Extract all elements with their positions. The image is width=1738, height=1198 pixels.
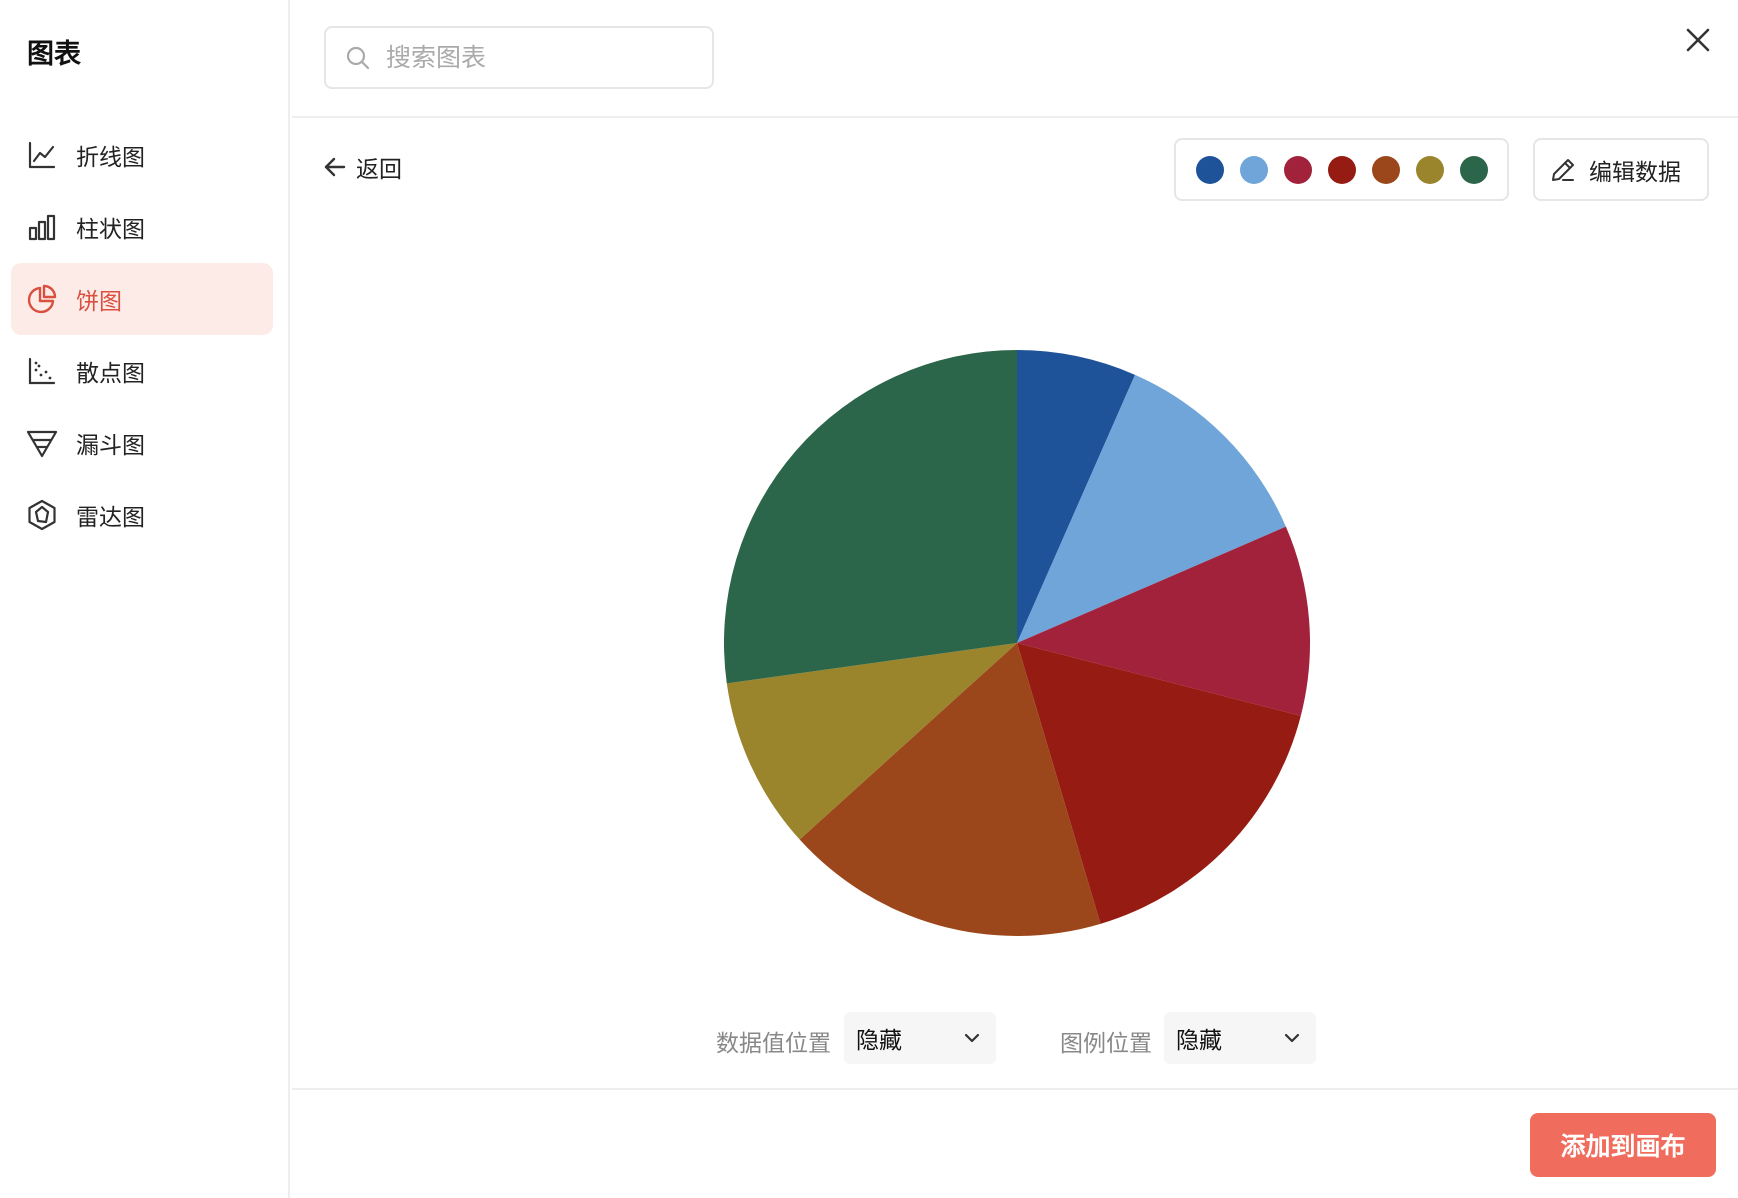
data-label-position-select[interactable]: 隐藏: [844, 1012, 996, 1064]
pie-chart-icon: [26, 283, 58, 315]
back-button[interactable]: 返回: [322, 150, 402, 184]
chart-picker-dialog: 图表 折线图 柱状图 饼图 散点图 漏斗图 雷达图 搜索图表 返回 编辑数据 数…: [0, 0, 1738, 1198]
pie-chart-svg: [724, 350, 1310, 936]
funnel-chart-icon: [26, 427, 58, 459]
pie-chart: [292, 220, 1738, 980]
sidebar-item-funnel-chart[interactable]: 漏斗图: [11, 407, 273, 479]
edit-data-button[interactable]: 编辑数据: [1533, 138, 1709, 201]
legend-position-label: 图例位置: [1060, 1031, 1152, 1057]
pie-slice-7: [724, 350, 1017, 684]
edit-data-label: 编辑数据: [1589, 159, 1681, 186]
palette-swatch-1: [1196, 155, 1224, 184]
sidebar-item-pie-chart[interactable]: 饼图: [11, 263, 273, 335]
line-chart-icon: [26, 139, 58, 171]
palette-swatch-2: [1240, 155, 1268, 184]
radar-chart-icon: [26, 499, 58, 531]
top-bar: [292, 0, 1738, 118]
sidebar-item-label: 饼图: [76, 289, 122, 315]
palette-swatch-6: [1416, 155, 1444, 184]
sidebar-title: 图表: [27, 39, 81, 70]
chart-type-nav: 折线图 柱状图 饼图 散点图 漏斗图 雷达图: [11, 119, 273, 551]
scatter-chart-icon: [26, 355, 58, 387]
color-palette-picker[interactable]: [1174, 138, 1509, 201]
footer: 添加到画布: [292, 1088, 1738, 1198]
bar-chart-icon: [26, 211, 58, 243]
close-icon: [1686, 28, 1710, 52]
legend-position-value: 隐藏: [1176, 1028, 1222, 1054]
chevron-down-icon: [964, 1033, 980, 1043]
data-label-position-label: 数据值位置: [716, 1031, 831, 1057]
search-icon: [346, 46, 370, 69]
legend-position-select[interactable]: 隐藏: [1164, 1012, 1316, 1064]
close-button[interactable]: [1680, 22, 1716, 58]
chart-options: 数据值位置 隐藏 图例位置 隐藏: [0, 1012, 1738, 1064]
sidebar-item-radar-chart[interactable]: 雷达图: [11, 479, 273, 551]
sidebar-item-label: 雷达图: [76, 505, 145, 531]
sidebar-item-line-chart[interactable]: 折线图: [11, 119, 273, 191]
search-box[interactable]: [324, 26, 714, 89]
palette-swatch-3: [1284, 155, 1312, 184]
back-label: 返回: [356, 157, 402, 183]
sidebar-item-label: 漏斗图: [76, 433, 145, 459]
sidebar-item-scatter-chart[interactable]: 散点图: [11, 335, 273, 407]
arrow-left-icon: [324, 157, 346, 177]
chevron-down-icon: [1284, 1033, 1300, 1043]
search-input[interactable]: [386, 43, 686, 72]
palette-swatch-7: [1460, 155, 1488, 184]
sidebar-item-label: 折线图: [76, 145, 145, 171]
sidebar-item-label: 散点图: [76, 361, 145, 387]
palette-swatch-5: [1372, 155, 1400, 184]
data-label-position-value: 隐藏: [856, 1028, 902, 1054]
sidebar-item-bar-chart[interactable]: 柱状图: [11, 191, 273, 263]
add-to-canvas-button[interactable]: 添加到画布: [1530, 1113, 1716, 1177]
pencil-icon: [1552, 158, 1574, 181]
palette-swatch-4: [1328, 155, 1356, 184]
sidebar-item-label: 柱状图: [76, 217, 145, 243]
